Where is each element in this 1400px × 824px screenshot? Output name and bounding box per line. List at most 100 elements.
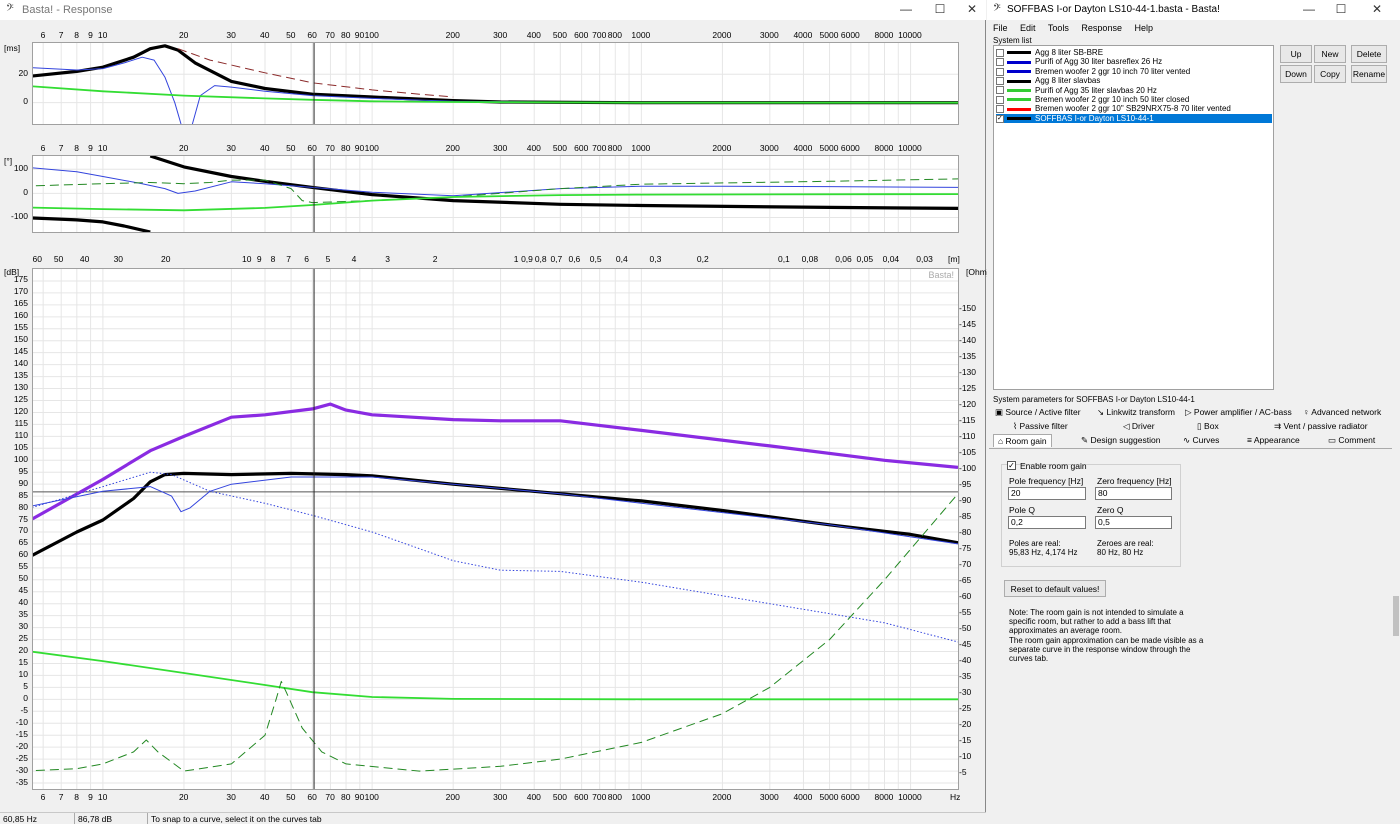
freq-tick-label: 500 <box>552 792 567 802</box>
spl-plot[interactable]: Basta! <box>32 268 959 790</box>
phase-plot[interactable] <box>32 155 959 233</box>
menu-help[interactable]: Help <box>1134 23 1153 33</box>
y-tick-label: 150 <box>13 334 28 345</box>
y-tick-label: 20 <box>18 67 28 78</box>
right-scrollbar[interactable] <box>1392 36 1400 812</box>
freq-tick-label: 70 <box>325 30 335 40</box>
copy-button[interactable]: Copy <box>1314 65 1346 83</box>
system-list-item[interactable]: ✓ SOFFBAS I-or Dayton LS10-44-1 <box>996 113 1272 124</box>
y-tick-label: 120 <box>13 405 28 416</box>
zero-q-input[interactable]: 0,5 <box>1095 516 1172 529</box>
tab-driver[interactable]: ◁ Driver <box>1123 421 1155 432</box>
y-tick-label: 0 <box>23 692 28 703</box>
tab-vent-passive-radiator[interactable]: ⇉ Vent / passive radiator <box>1274 421 1368 432</box>
system-label: Purifi of Agg 30 liter basreflex 26 Hz <box>1035 57 1163 67</box>
wavelength-axis: 60 50 40 30 20 10 9 8 7 6 5 4 3 2 1 0,9 0,8 0,7 0,6 0,5 0,4 0… <box>0 254 986 266</box>
system-list-item[interactable]: Bremen woofer 2 ggr 10 inch 50 liter clo… <box>996 95 1272 104</box>
tab-power-amplifier[interactable]: ▷ Power amplifier / AC-bass <box>1185 407 1292 418</box>
pole-q-input[interactable]: 0,2 <box>1008 516 1086 529</box>
menu-response[interactable]: Response <box>1081 23 1122 33</box>
system-checkbox[interactable] <box>996 48 1004 57</box>
system-list[interactable]: Agg 8 liter SB-BRE Purifi of Agg 30 liter… <box>993 45 1274 390</box>
close-icon[interactable]: ✕ <box>1361 0 1393 18</box>
tab-box[interactable]: ▯ Box <box>1197 421 1219 432</box>
zero-frequency-input[interactable]: 80 <box>1095 487 1172 500</box>
y-tick-label: 50 <box>18 573 28 584</box>
tab-room-gain[interactable]: ⌂ Room gain <box>993 434 1052 447</box>
system-checkbox[interactable] <box>996 67 1004 76</box>
y-tick-label: 20 <box>18 645 28 656</box>
rename-button[interactable]: Rename <box>1351 65 1387 83</box>
delete-button[interactable]: Delete <box>1351 45 1387 63</box>
close-icon[interactable]: ✕ <box>956 0 988 18</box>
tab-appearance[interactable]: ≡ Appearance <box>1247 435 1300 445</box>
system-list-item[interactable]: Agg 8 liter SB-BRE <box>996 48 1272 57</box>
wavelength-tick-label: 0,8 <box>534 254 547 264</box>
y2-tick-label: -140 <box>959 334 977 345</box>
system-checkbox[interactable] <box>996 58 1004 67</box>
spl-y-axis: 175 170 165 160 155 150 145 140 135 130 125 120 115 1… <box>0 268 32 790</box>
wavelength-tick-label: 0,06 <box>835 254 852 264</box>
tab-passive-filter[interactable]: ⌇ Passive filter <box>1013 421 1068 432</box>
y2-tick-label: -30 <box>959 686 972 697</box>
tab-curves[interactable]: ∿ Curves <box>1183 435 1219 446</box>
spl-ylabel: [dB] <box>4 267 20 277</box>
system-list-item[interactable]: Purifi of Agg 35 liter slavbas 20 Hz <box>996 86 1272 95</box>
reset-default-button[interactable]: Reset to default values! <box>1004 580 1106 597</box>
up-button[interactable]: Up <box>1280 45 1312 63</box>
system-checkbox[interactable] <box>996 86 1004 95</box>
y-tick-label: -5 <box>20 704 28 715</box>
y2-tick-label: -150 <box>959 302 977 313</box>
group-delay-plot[interactable] <box>32 42 959 125</box>
system-checkbox[interactable] <box>996 105 1004 114</box>
system-list-item[interactable]: Purifi of Agg 30 liter basreflex 26 Hz <box>996 57 1272 66</box>
tab-design-suggestion[interactable]: ✎ Design suggestion <box>1081 435 1160 446</box>
system-list-item[interactable]: Bremen woofer 2 ggr 10" SB29NRX75-8 70 l… <box>996 104 1272 113</box>
down-button[interactable]: Down <box>1280 65 1312 83</box>
y-tick-label: 145 <box>13 346 28 357</box>
system-checkbox[interactable] <box>996 77 1004 86</box>
maximize-icon[interactable]: ☐ <box>924 0 956 18</box>
system-list-item[interactable]: Agg 8 liter slavbas <box>996 76 1272 85</box>
menu-tools[interactable]: Tools <box>1048 23 1069 33</box>
minimize-icon[interactable]: — <box>1293 0 1325 18</box>
y2-tick-label: -110 <box>959 430 976 441</box>
tab-linkwitz-transform[interactable]: ↘ Linkwitz transform <box>1097 407 1175 418</box>
group-delay-svg <box>33 43 958 124</box>
freq-tick-label: 7 <box>58 143 64 153</box>
menu-edit[interactable]: Edit <box>1020 23 1036 33</box>
menu-file[interactable]: File <box>993 23 1008 33</box>
wavelength-tick-label: 20 <box>160 254 171 264</box>
freq-tick-label: 5000 <box>819 30 839 40</box>
freq-tick-label: 200 <box>445 143 460 153</box>
main-titlebar: 𝄢 SOFFBAS I-or Dayton LS10-44-1.basta - … <box>987 0 1400 20</box>
system-label: Purifi of Agg 35 liter slavbas 20 Hz <box>1035 85 1157 95</box>
y2-tick-label: -35 <box>959 670 972 681</box>
y-tick-label: 80 <box>18 501 28 512</box>
y-tick-label: 0 <box>23 186 28 197</box>
system-checkbox[interactable] <box>996 95 1004 104</box>
tab-advanced-network[interactable]: ♀ Advanced network <box>1303 407 1381 417</box>
new-button[interactable]: New <box>1314 45 1346 63</box>
tab-comment[interactable]: ▭ Comment <box>1328 435 1375 446</box>
wavelength-tick-label: 5 <box>325 254 331 264</box>
freq-tick-label: 3000 <box>759 30 779 40</box>
freq-tick-label: 6 <box>40 792 46 802</box>
freq-tick-label: 30 <box>226 30 236 40</box>
system-list-item[interactable]: Bremen woofer 2 ggr 10 inch 70 liter ven… <box>996 67 1272 76</box>
freq-tick-label: 6 <box>40 143 46 153</box>
minimize-icon[interactable]: — <box>890 0 922 18</box>
maximize-icon[interactable]: ☐ <box>1325 0 1357 18</box>
y2-tick-label: -125 <box>959 382 977 393</box>
system-checkbox[interactable]: ✓ <box>996 114 1004 123</box>
scrollbar-thumb[interactable] <box>1393 596 1399 636</box>
enable-room-gain-checkbox[interactable]: ✓ <box>1007 461 1016 470</box>
pole-frequency-input[interactable]: 20 <box>1008 487 1086 500</box>
tab-source-active-filter[interactable]: ▣ Source / Active filter <box>995 407 1081 418</box>
y-tick-label: 75 <box>18 513 28 524</box>
curve-color-swatch <box>1007 70 1031 74</box>
freq-tick-label: 2000 <box>712 30 732 40</box>
y-tick-label: 55 <box>18 561 28 572</box>
freq-tick-label: 10000 <box>898 143 922 153</box>
tab-label: Power amplifier / AC-bass <box>1193 407 1292 417</box>
